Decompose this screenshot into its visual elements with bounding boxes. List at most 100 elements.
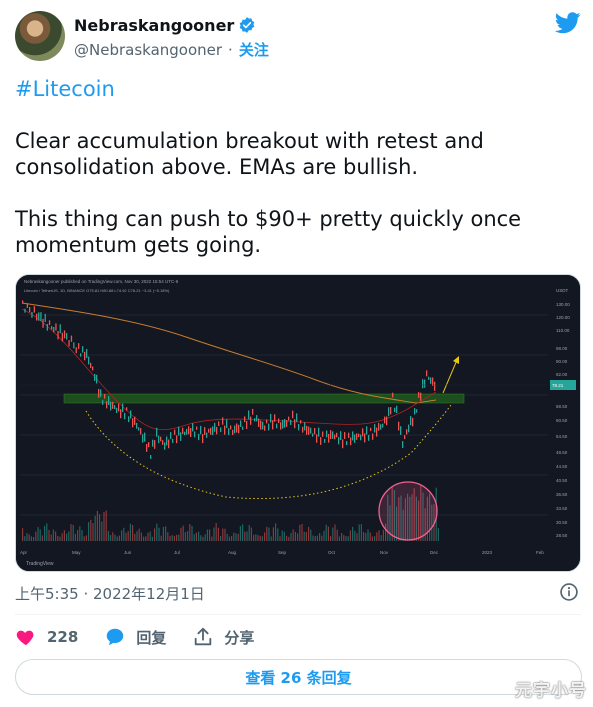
- volume-bar: [334, 524, 336, 541]
- candle: [38, 312, 40, 321]
- price-axis-label: 54.50: [556, 434, 568, 439]
- volume-bar: [70, 524, 72, 541]
- volume-bar: [235, 533, 237, 541]
- candle: [312, 433, 314, 437]
- volume-bar: [107, 530, 109, 541]
- volume-bar: [211, 536, 213, 541]
- candle: [406, 429, 408, 435]
- volume-bar: [123, 527, 125, 541]
- candle: [432, 377, 434, 386]
- candle: [284, 419, 286, 428]
- view-replies-button[interactable]: 查看 26 条回复: [15, 659, 582, 695]
- candle: [424, 379, 426, 388]
- volume-bar: [281, 530, 283, 541]
- candle: [384, 416, 386, 424]
- candle: [190, 428, 192, 437]
- volume-bar: [85, 535, 87, 541]
- tweet-timestamp[interactable]: 上午5:35 · 2022年12月1日: [15, 583, 205, 604]
- candle: [124, 412, 126, 420]
- volume-bar: [110, 535, 112, 541]
- volume-bar: [92, 523, 94, 541]
- display-name[interactable]: Nebraskangooner: [74, 16, 234, 35]
- candle: [36, 313, 38, 321]
- candle: [386, 416, 388, 426]
- handle[interactable]: @Nebraskangooner: [74, 41, 222, 59]
- volume-bar: [327, 526, 329, 541]
- volume-bar: [310, 529, 312, 541]
- candle: [198, 433, 200, 441]
- candle: [420, 392, 422, 401]
- candle: [182, 427, 184, 435]
- candle: [308, 426, 310, 435]
- volume-bar: [39, 529, 41, 541]
- volume-bar: [268, 527, 270, 541]
- candle: [354, 434, 356, 443]
- share-icon: [195, 627, 212, 646]
- twitter-logo-icon[interactable]: [555, 12, 581, 34]
- tweet-text: #Litecoin Clear accumulation breakout wi…: [15, 76, 583, 284]
- candle: [350, 437, 352, 446]
- hashtag-link[interactable]: #Litecoin: [15, 76, 583, 102]
- candle: [368, 434, 370, 441]
- volume-bar: [44, 525, 46, 541]
- price-axis-label: 36.50: [556, 492, 568, 497]
- candle: [29, 307, 31, 313]
- volume-bar: [112, 532, 114, 541]
- price-axis-label: 28.50: [556, 533, 568, 538]
- volume-bar: [46, 523, 48, 541]
- candle: [100, 389, 102, 397]
- volume-bar: [191, 525, 193, 541]
- candle: [322, 431, 324, 437]
- candle: [128, 416, 130, 423]
- time-axis-label: Nov: [380, 550, 389, 555]
- candle: [110, 401, 112, 411]
- verified-badge-icon: [240, 17, 255, 33]
- info-icon[interactable]: [559, 582, 579, 602]
- candle: [324, 438, 326, 443]
- price-axis-label: 30.50: [556, 520, 568, 525]
- candle: [176, 435, 178, 444]
- reply-button[interactable]: 回复: [104, 626, 166, 648]
- volume-bar: [213, 527, 215, 541]
- volume-bar: [233, 532, 235, 541]
- volume-bar: [103, 512, 105, 541]
- share-button[interactable]: 分享: [192, 626, 254, 648]
- avatar[interactable]: [15, 11, 65, 61]
- price-axis-label: 130.00: [556, 302, 570, 307]
- volume-bar: [305, 532, 307, 541]
- volume-bar: [55, 531, 57, 541]
- candle: [316, 434, 318, 443]
- volume-bar: [182, 525, 184, 541]
- candle: [57, 331, 59, 340]
- volume-bar: [202, 536, 204, 541]
- candle: [366, 426, 368, 435]
- candle: [326, 430, 328, 438]
- separator: ·: [228, 40, 233, 59]
- candle: [184, 431, 186, 436]
- volume-bar: [292, 529, 294, 541]
- candle: [186, 428, 188, 435]
- volume-bar: [114, 534, 116, 541]
- volume-bar: [226, 533, 228, 541]
- volume-bar: [59, 536, 61, 541]
- price-axis-label: 120.00: [556, 315, 570, 320]
- like-button[interactable]: 228: [15, 626, 78, 648]
- volume-bar: [50, 534, 52, 541]
- volume-bar: [35, 531, 37, 541]
- action-bar: 228 回复 分享: [15, 624, 280, 650]
- volume-bar: [195, 532, 197, 541]
- candle: [388, 407, 390, 417]
- tweet-image[interactable]: Nebraskangooner published on TradingView…: [15, 274, 581, 572]
- candle: [394, 407, 396, 413]
- volume-bar: [253, 534, 255, 541]
- volume-bar: [347, 536, 349, 541]
- candle: [59, 324, 61, 334]
- candle: [358, 433, 360, 438]
- candle: [268, 423, 270, 431]
- candle: [78, 343, 80, 349]
- candle: [378, 422, 380, 431]
- follow-button[interactable]: 关注: [239, 39, 269, 60]
- price-axis-label: 68.50: [556, 404, 568, 409]
- candle: [410, 416, 412, 426]
- candle: [216, 426, 218, 435]
